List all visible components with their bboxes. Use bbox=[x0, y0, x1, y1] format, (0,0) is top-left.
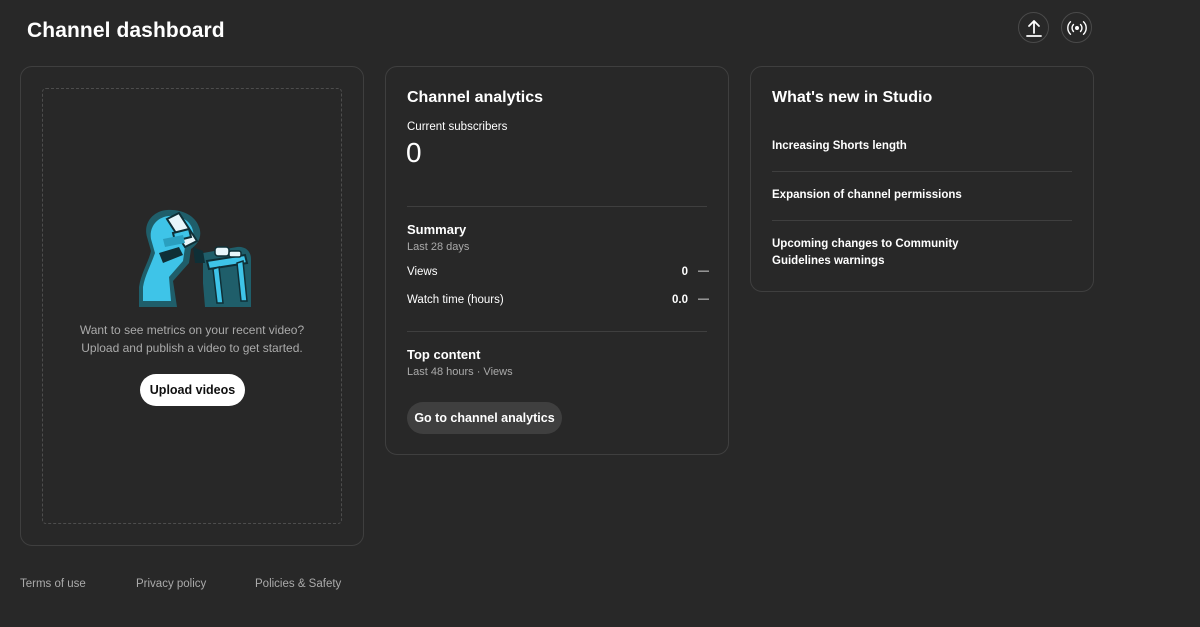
news-item[interactable]: Upcoming changes to Community Guidelines… bbox=[772, 236, 1012, 270]
divider bbox=[772, 220, 1072, 221]
views-trend: — bbox=[698, 265, 709, 277]
watch-time-trend: — bbox=[698, 293, 709, 305]
whats-new-title: What's new in Studio bbox=[772, 89, 933, 106]
news-item[interactable]: Expansion of channel permissions bbox=[772, 187, 1012, 204]
privacy-policy-link[interactable]: Privacy policy bbox=[136, 578, 206, 590]
go-live-button[interactable] bbox=[1061, 12, 1092, 43]
summary-title: Summary bbox=[407, 222, 467, 237]
summary-period: Last 28 days bbox=[407, 241, 470, 253]
top-content-title: Top content bbox=[407, 347, 481, 362]
divider bbox=[407, 206, 707, 207]
analytics-title: Channel analytics bbox=[407, 89, 544, 106]
divider bbox=[772, 171, 1072, 172]
page-title: Channel dashboard bbox=[27, 19, 225, 42]
views-label: Views bbox=[407, 266, 438, 278]
video-prompt-line-2: Upload and publish a video to get starte… bbox=[81, 341, 303, 355]
microscope-illustration bbox=[139, 209, 251, 307]
video-prompt-line-1: Want to see metrics on your recent video… bbox=[79, 323, 305, 337]
upload-icon bbox=[1025, 19, 1042, 37]
subscribers-count: 0 bbox=[406, 137, 422, 168]
watch-time-value: 0.0 bbox=[672, 294, 688, 306]
news-item[interactable]: Increasing Shorts length bbox=[772, 138, 1012, 155]
terms-of-use-link[interactable]: Terms of use bbox=[20, 578, 86, 590]
top-content-period: Last 48 hours · Views bbox=[407, 366, 513, 378]
channel-dashboard-page: Channel dashboard Want to see metrics on… bbox=[0, 0, 1200, 627]
go-to-channel-analytics-button[interactable]: Go to channel analytics bbox=[407, 402, 562, 434]
views-value: 0 bbox=[681, 266, 688, 278]
policies-safety-link[interactable]: Policies & Safety bbox=[255, 578, 341, 590]
live-icon bbox=[1066, 20, 1087, 35]
divider bbox=[407, 331, 707, 332]
upload-videos-button[interactable]: Upload videos bbox=[140, 374, 245, 406]
recent-video-card: Want to see metrics on your recent video… bbox=[20, 66, 364, 546]
whats-new-card: What's new in Studio Increasing Shorts l… bbox=[750, 66, 1094, 292]
subscribers-label: Current subscribers bbox=[407, 121, 508, 133]
upload-button[interactable] bbox=[1018, 12, 1049, 43]
watch-time-label: Watch time (hours) bbox=[407, 294, 504, 306]
channel-analytics-card: Channel analytics Current subscribers 0 … bbox=[385, 66, 729, 455]
